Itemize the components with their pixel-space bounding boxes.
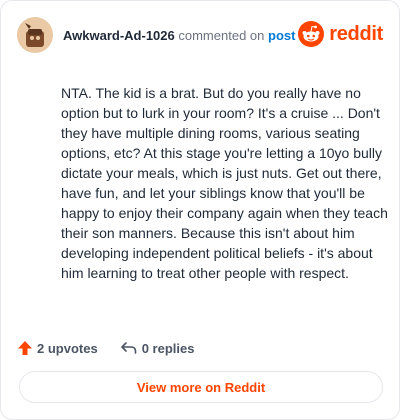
comment-actions: 2 upvotes 0 replies — [17, 337, 194, 359]
comment-body: NTA. The kid is a brat. But do you reall… — [61, 85, 388, 281]
upvote-arrow-icon — [18, 341, 32, 355]
reddit-brand[interactable]: reddit — [298, 21, 383, 47]
reply-count: 0 replies — [141, 340, 195, 356]
upvote-button[interactable]: 2 upvotes — [17, 340, 98, 356]
reddit-logo-icon — [298, 21, 325, 47]
view-more-button[interactable]: View more on Reddit — [19, 371, 383, 403]
username-link[interactable]: Awkward-Ad-1026 — [63, 28, 175, 43]
upvote-count: 2 upvotes — [37, 340, 98, 356]
commented-on-text: commented on — [178, 27, 265, 43]
reddit-wordmark: reddit — [329, 22, 383, 45]
user-avatar-icon[interactable] — [17, 17, 53, 53]
comment-embed-card: Awkward-Ad-1026 commented on post reddit… — [0, 0, 400, 420]
replies-button[interactable]: 0 replies — [120, 340, 195, 356]
reply-arrow-icon — [120, 342, 136, 354]
comment-meta: Awkward-Ad-1026 commented on post — [63, 28, 295, 43]
post-link[interactable]: post — [268, 28, 295, 43]
comment-header: Awkward-Ad-1026 commented on post reddit — [17, 17, 383, 53]
